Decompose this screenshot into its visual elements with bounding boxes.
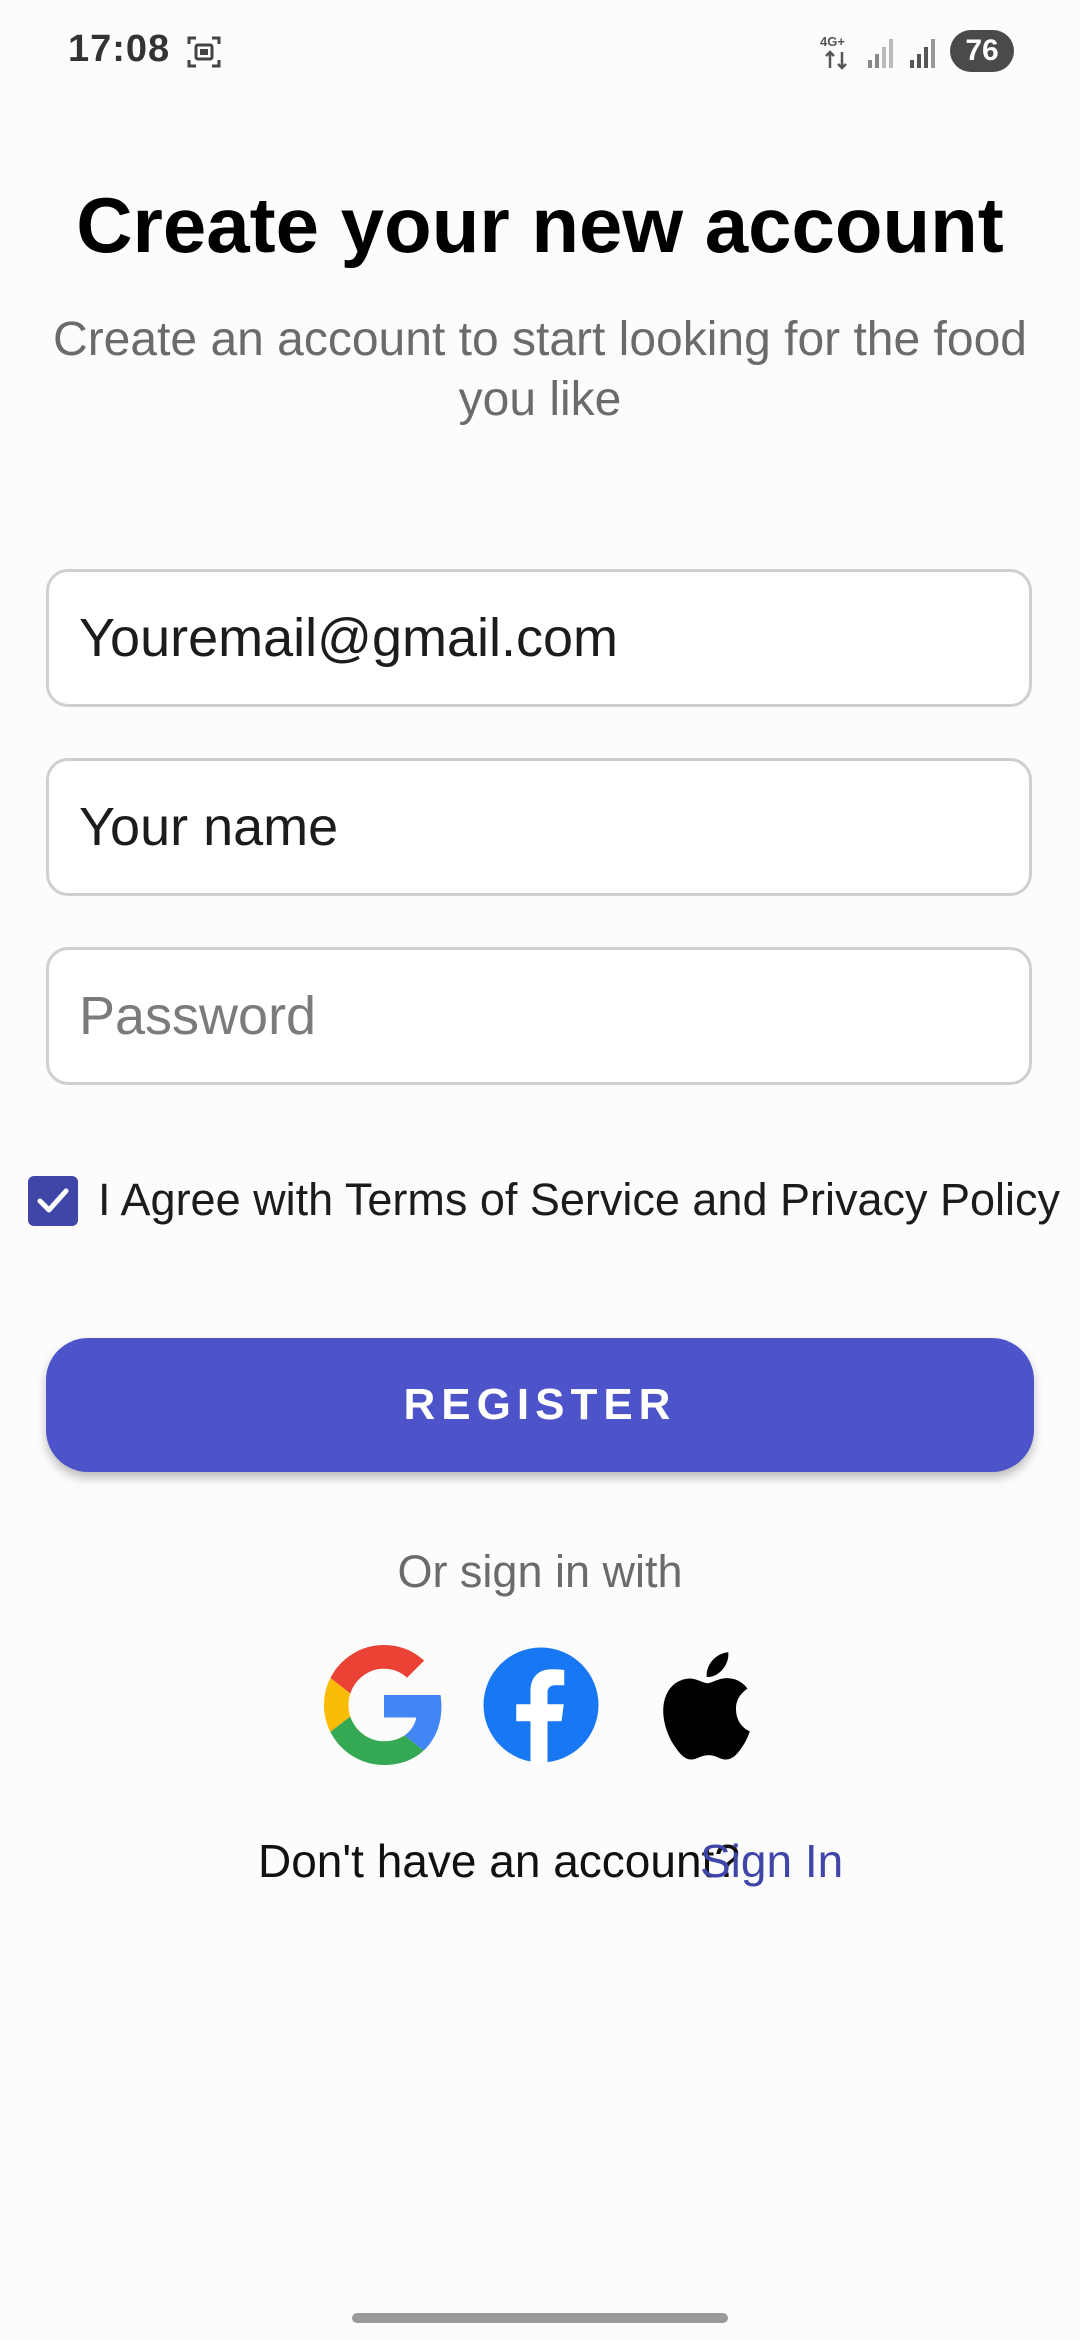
battery-indicator: 76 — [950, 30, 1014, 72]
password-field[interactable] — [46, 947, 1032, 1085]
page-title: Create your new account — [76, 181, 1004, 269]
name-field[interactable] — [46, 758, 1032, 896]
status-bar: 17:08 4G+ 76 — [0, 0, 1080, 100]
facebook-signin-button[interactable] — [481, 1645, 601, 1765]
register-screen: 17:08 4G+ 76 Create your new account Cre… — [0, 0, 1080, 2340]
terms-checkbox[interactable] — [28, 1176, 78, 1226]
home-indicator[interactable] — [352, 2313, 728, 2323]
signal-icon-2 — [910, 39, 935, 68]
network-label: 4G+ — [820, 34, 845, 49]
page-subtitle: Create an account to start looking for t… — [53, 313, 1027, 426]
no-account-text: Don't have an account? — [258, 1835, 740, 1887]
apple-signin-button[interactable] — [638, 1645, 758, 1765]
terms-row: I Agree with Terms of Service and Privac… — [28, 1172, 1080, 1232]
checkmark-icon — [37, 1188, 69, 1213]
terms-label[interactable]: I Agree with Terms of Service and Privac… — [98, 1174, 1060, 1226]
email-field[interactable] — [46, 569, 1032, 707]
status-time: 17:08 — [68, 28, 171, 70]
facebook-icon — [483, 1647, 599, 1765]
apple-icon — [663, 1652, 750, 1760]
google-signin-button[interactable] — [324, 1645, 444, 1765]
sign-in-link[interactable]: Sign In — [700, 1834, 843, 1888]
network-4g-icon: 4G+ — [820, 34, 847, 70]
google-icon — [324, 1645, 442, 1765]
signal-icon — [868, 39, 893, 68]
social-signin-label: Or sign in with — [397, 1546, 683, 1597]
signin-prompt: Don't have an account? Sign In — [0, 1834, 1080, 1894]
screenshot-icon — [187, 36, 221, 68]
register-button[interactable]: REGISTER — [46, 1338, 1034, 1472]
